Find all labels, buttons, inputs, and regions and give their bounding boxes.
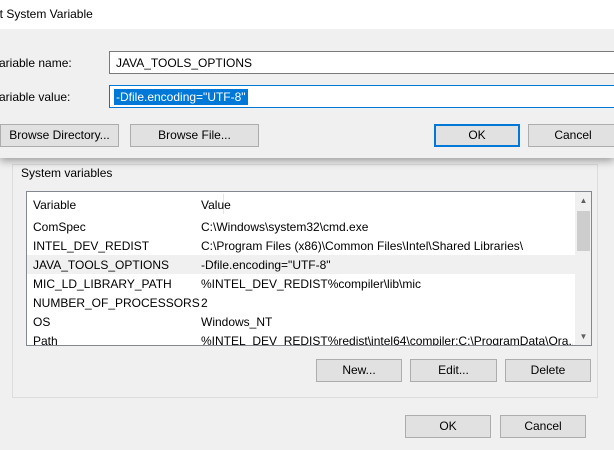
scroll-up-icon[interactable]: ▲	[575, 192, 591, 209]
row-variable: NUMBER_OF_PROCESSORS	[33, 296, 200, 310]
row-variable: ComSpec	[33, 220, 86, 234]
row-value: Windows_NT	[201, 315, 273, 329]
edit-variable-button[interactable]: Edit...	[410, 359, 497, 382]
system-variables-list[interactable]: Variable Value ComSpec C:\Windows\system…	[26, 191, 592, 346]
delete-variable-button[interactable]: Delete	[505, 359, 591, 382]
variable-value-label: ariable value:	[0, 90, 71, 104]
column-header-value[interactable]: Value	[201, 198, 231, 212]
edit-system-variable-dialog: it System Variable ariable name: JAVA_TO…	[0, 0, 614, 158]
row-variable: INTEL_DEV_REDIST	[33, 239, 150, 253]
row-value: C:\Windows\system32\cmd.exe	[201, 220, 369, 234]
dialog-title: it System Variable	[0, 7, 93, 21]
ok-button[interactable]: OK	[405, 415, 491, 438]
row-value: 2	[201, 296, 208, 310]
variable-name-value: JAVA_TOOLS_OPTIONS	[116, 56, 253, 70]
table-row[interactable]: Path %INTEL_DEV_REDIST%redist\intel64\co…	[27, 331, 575, 346]
table-row[interactable]: ComSpec C:\Windows\system32\cmd.exe	[27, 217, 575, 236]
variable-value-input[interactable]: -Dfile.encoding="UTF-8"	[109, 85, 614, 108]
dialog-ok-button[interactable]: OK	[434, 124, 520, 147]
list-header: Variable Value	[27, 192, 575, 216]
row-value: %INTEL_DEV_REDIST%compiler\lib\mic	[201, 277, 422, 291]
variable-name-input[interactable]: JAVA_TOOLS_OPTIONS	[109, 51, 614, 74]
row-value: -Dfile.encoding="UTF-8"	[201, 258, 331, 272]
variable-name-label: ariable name:	[0, 56, 72, 70]
row-variable: Path	[33, 334, 58, 346]
scroll-down-icon[interactable]: ▼	[575, 328, 591, 345]
row-variable: JAVA_TOOLS_OPTIONS	[33, 258, 170, 272]
row-variable: OS	[33, 315, 51, 329]
table-row-selected[interactable]: JAVA_TOOLS_OPTIONS -Dfile.encoding="UTF-…	[27, 255, 575, 274]
browse-file-button[interactable]: Browse File...	[130, 124, 259, 147]
table-row[interactable]: INTEL_DEV_REDIST C:\Program Files (x86)\…	[27, 236, 575, 255]
new-variable-button[interactable]: New...	[316, 359, 402, 382]
scrollbar-thumb[interactable]	[577, 211, 590, 251]
table-row[interactable]: MIC_LD_LIBRARY_PATH %INTEL_DEV_REDIST%co…	[27, 274, 575, 293]
browse-directory-button[interactable]: Browse Directory...	[0, 124, 119, 147]
variable-value-selected-text: -Dfile.encoding="UTF-8"	[114, 89, 248, 105]
row-value: C:\Program Files (x86)\Common Files\Inte…	[201, 239, 524, 253]
vertical-scrollbar[interactable]: ▲ ▼	[575, 192, 591, 345]
dialog-titlebar[interactable]: it System Variable	[0, 0, 614, 29]
dialog-cancel-button[interactable]: Cancel	[528, 124, 614, 147]
table-row[interactable]: NUMBER_OF_PROCESSORS 2	[27, 293, 575, 312]
system-variables-title: System variables	[18, 166, 116, 180]
cancel-button[interactable]: Cancel	[500, 415, 586, 438]
row-variable: MIC_LD_LIBRARY_PATH	[33, 277, 172, 291]
column-header-variable[interactable]: Variable	[33, 198, 76, 212]
table-row[interactable]: OS Windows_NT	[27, 312, 575, 331]
row-value: %INTEL_DEV_REDIST%redist\intel64\compile…	[201, 334, 573, 346]
